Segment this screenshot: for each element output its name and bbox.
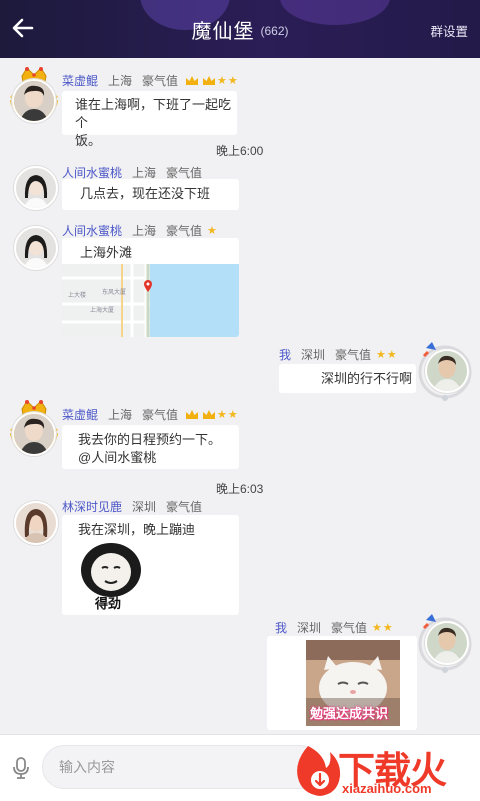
message-bubble[interactable]: 深圳的行不行啊 — [279, 364, 416, 393]
group-settings-button[interactable]: 群设置 — [430, 21, 468, 40]
message-bubble[interactable]: 谁在上海啊，下班了一起吃个 饭。 — [62, 91, 237, 148]
message-text: 我去你的日程预约一下。 — [78, 432, 222, 447]
star-icon: ★ — [382, 622, 393, 634]
chat-header: 魔仙堡 (662) 群设置 — [0, 0, 480, 58]
sender-name[interactable]: 林深时见鹿 — [62, 498, 122, 515]
sender-meta: 菜虚鲲 上海 豪气值 ★ ★ — [62, 72, 238, 89]
sender-name[interactable]: 人间水蜜桃 — [62, 222, 122, 239]
timestamp: 晚上6:00 — [216, 144, 264, 158]
back-arrow-icon[interactable] — [10, 15, 36, 41]
star-icon: ★ — [227, 409, 238, 421]
sender-meta: 人间水蜜桃 上海 豪气值 ★ — [62, 222, 217, 239]
star-icon: ★ — [217, 75, 227, 87]
user-avatar[interactable] — [14, 501, 58, 545]
mention-text[interactable]: @人间水蜜桃 — [78, 449, 239, 467]
sender-meta: 菜虚鲲 上海 豪气值 ★ ★ — [62, 406, 238, 423]
message-text: 谁在上海啊，下班了一起吃个 — [75, 97, 232, 130]
sender-name[interactable]: 菜虚鲲 — [62, 406, 98, 423]
title-area: 魔仙堡 (662) — [0, 0, 480, 58]
user-avatar[interactable] — [12, 412, 56, 456]
sender-meta: 我 深圳 豪气值 ★ ★ — [275, 619, 393, 636]
user-avatar[interactable] — [14, 166, 58, 210]
star-icon: ★ — [217, 409, 227, 421]
timestamp: 晚上6:03 — [216, 482, 264, 496]
map-label: 上海大厦 — [90, 306, 114, 314]
header-decoration — [140, 0, 230, 30]
sender-city: 深圳 — [297, 621, 322, 635]
message-bubble[interactable]: 我去你的日程预约一下。 @人间水蜜桃 — [62, 425, 239, 469]
map-thumbnail[interactable]: 上大楼 东风大厦 上海大厦 — [62, 264, 239, 337]
map-label: 东风大厦 — [102, 288, 126, 296]
wealth-label: 豪气值 — [331, 621, 368, 635]
message-bubble[interactable]: 几点去，现在还没下班 — [62, 179, 239, 210]
wealth-label: 豪气值 — [142, 74, 179, 88]
star-icon: ★ — [372, 622, 382, 634]
sender-name: 我 — [279, 348, 292, 362]
sender-city: 上海 — [132, 224, 157, 238]
star-icon: ★ — [376, 349, 386, 361]
wealth-label: 豪气值 — [142, 408, 179, 422]
message-input[interactable]: 输入内容 — [42, 745, 322, 789]
image-message[interactable]: 勉强达成共识 — [267, 636, 417, 730]
wealth-label: 豪气值 — [166, 500, 203, 514]
crown-icon — [186, 76, 199, 85]
sender-meta: 林深时见鹿 深圳 豪气值 — [62, 498, 206, 515]
user-avatar[interactable] — [12, 79, 56, 123]
message-text: 深圳的行不行啊 — [321, 371, 413, 386]
my-avatar[interactable] — [425, 349, 469, 393]
member-count: (662) — [260, 24, 289, 38]
message-text: 我在深圳，晚上蹦迪 — [78, 522, 196, 537]
user-avatar[interactable] — [14, 226, 58, 270]
message-text: 几点去，现在还没下班 — [80, 186, 211, 201]
wealth-label: 豪气值 — [166, 224, 203, 238]
crown-icon — [186, 410, 199, 419]
star-icon: ★ — [386, 349, 397, 361]
message-text: 饭。 — [75, 133, 102, 148]
message-bubble[interactable]: 我在深圳，晚上蹦迪 得劲 — [62, 515, 239, 615]
microphone-icon[interactable] — [10, 756, 32, 780]
sender-name: 我 — [275, 621, 288, 635]
header-decoration — [280, 0, 390, 25]
sticker-caption: 得劲 — [95, 596, 122, 611]
wealth-label: 豪气值 — [335, 348, 372, 362]
sender-city: 深圳 — [301, 348, 326, 362]
crown-icon — [203, 410, 216, 419]
panda-sticker-image[interactable] — [78, 541, 144, 599]
svg-text:上大楼: 上大楼 — [68, 291, 86, 299]
sender-meta: 我 深圳 豪气值 ★ ★ — [279, 346, 397, 363]
location-message[interactable]: 上海外滩 上大楼 东风大厦 上海大厦 — [62, 238, 239, 337]
location-title: 上海外滩 — [80, 245, 133, 260]
my-avatar[interactable] — [425, 621, 469, 665]
sender-city: 上海 — [108, 74, 133, 88]
image-caption: 勉强达成共识 — [310, 706, 389, 721]
star-icon: ★ — [207, 225, 217, 237]
crown-icon — [203, 76, 216, 85]
sender-name[interactable]: 菜虚鲲 — [62, 72, 98, 89]
star-icon: ★ — [227, 75, 238, 87]
watermark-url: xiazaihuo.com — [342, 781, 432, 796]
sender-city: 深圳 — [132, 500, 157, 514]
sender-city: 上海 — [108, 408, 133, 422]
